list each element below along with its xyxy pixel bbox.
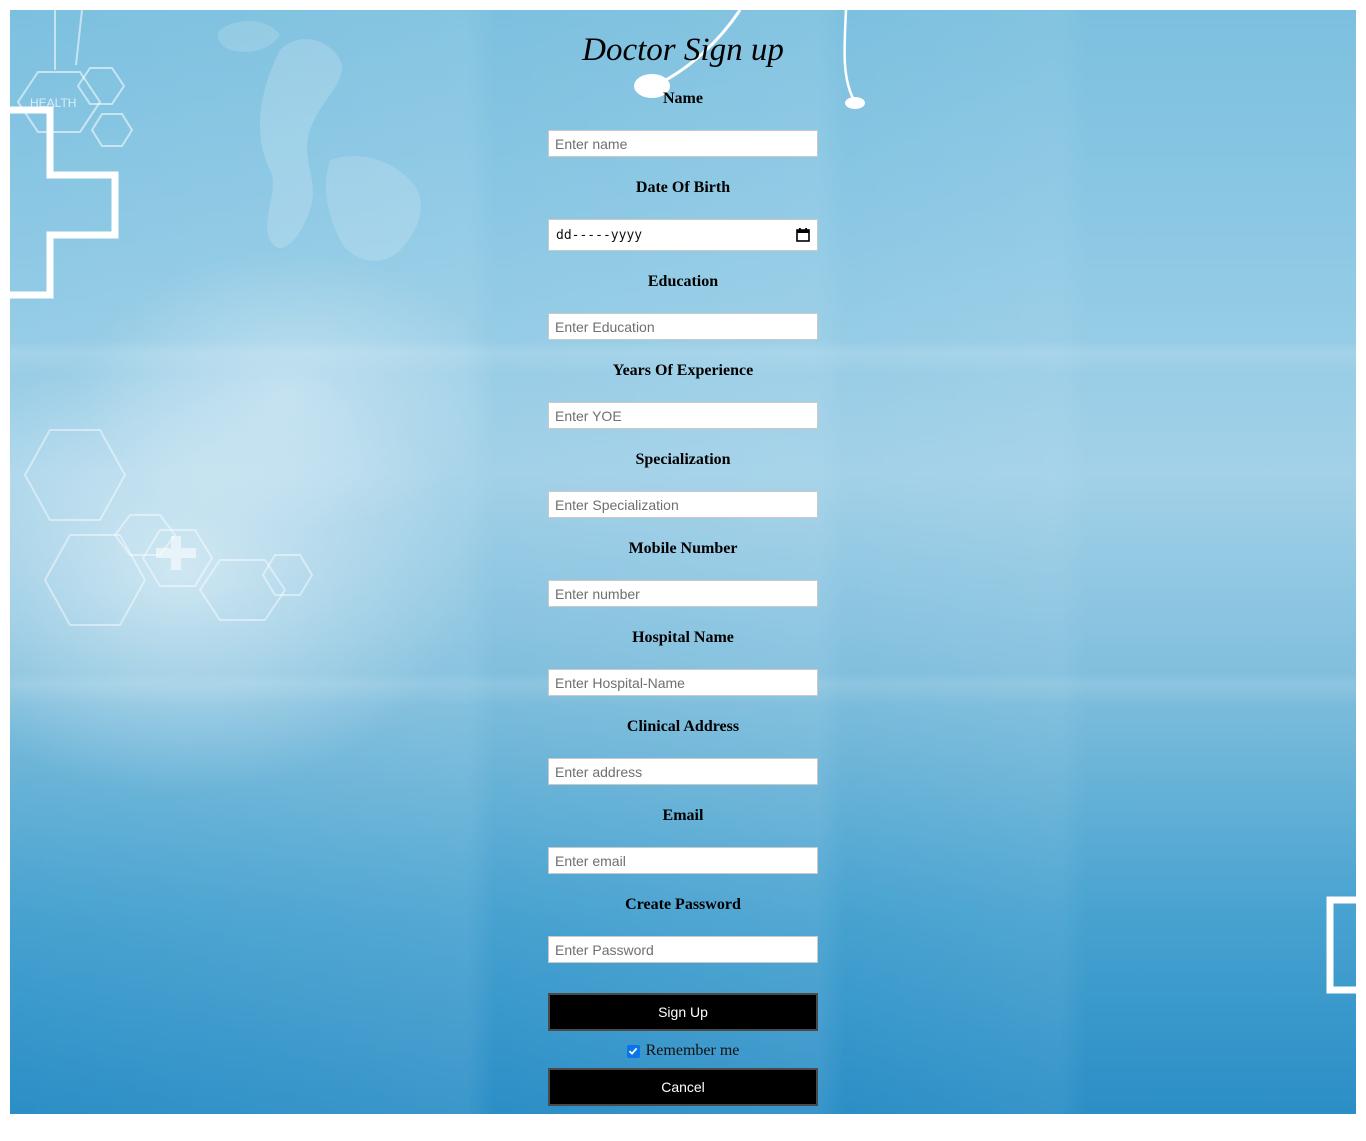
email-input[interactable] [548,847,818,874]
signup-button[interactable]: Sign Up [548,993,818,1031]
hospital-input[interactable] [548,669,818,696]
password-label: Create Password [625,896,741,913]
address-label: Clinical Address [626,718,740,735]
page-background: HEALTH Doctor Sign up Name Date Of Birth… [10,10,1356,1114]
hospital-label: Hospital Name [632,629,734,646]
specialization-label: Specialization [635,451,731,468]
remember-row: Remember me [548,1041,818,1061]
hexagon-pattern-icon: HEALTH [10,10,134,299]
education-input[interactable] [548,313,818,340]
checkmark-icon [629,1047,638,1055]
name-input[interactable] [548,130,818,157]
yoe-input[interactable] [548,402,818,429]
calendar-icon[interactable] [796,228,810,242]
address-input[interactable] [548,758,818,785]
specialization-input[interactable] [548,491,818,518]
dob-input[interactable]: dd-----yyyy [548,219,818,251]
mobile-input[interactable] [548,580,818,607]
remember-label[interactable]: Remember me [646,1042,740,1060]
page-title: Doctor Sign up [582,32,784,68]
mobile-label: Mobile Number [628,540,738,557]
dob-value: dd-----yyyy [556,227,643,243]
password-input[interactable] [548,936,818,963]
dob-label: Date Of Birth [635,179,731,196]
email-label: Email [662,807,704,824]
yoe-label: Years Of Experience [612,362,754,379]
cancel-button[interactable]: Cancel [548,1068,818,1106]
name-label: Name [663,90,703,107]
medical-hexagons-icon [23,429,314,626]
remember-checkbox[interactable] [626,1044,640,1058]
education-label: Education [647,273,719,290]
medical-cross-icon [1326,896,1356,994]
